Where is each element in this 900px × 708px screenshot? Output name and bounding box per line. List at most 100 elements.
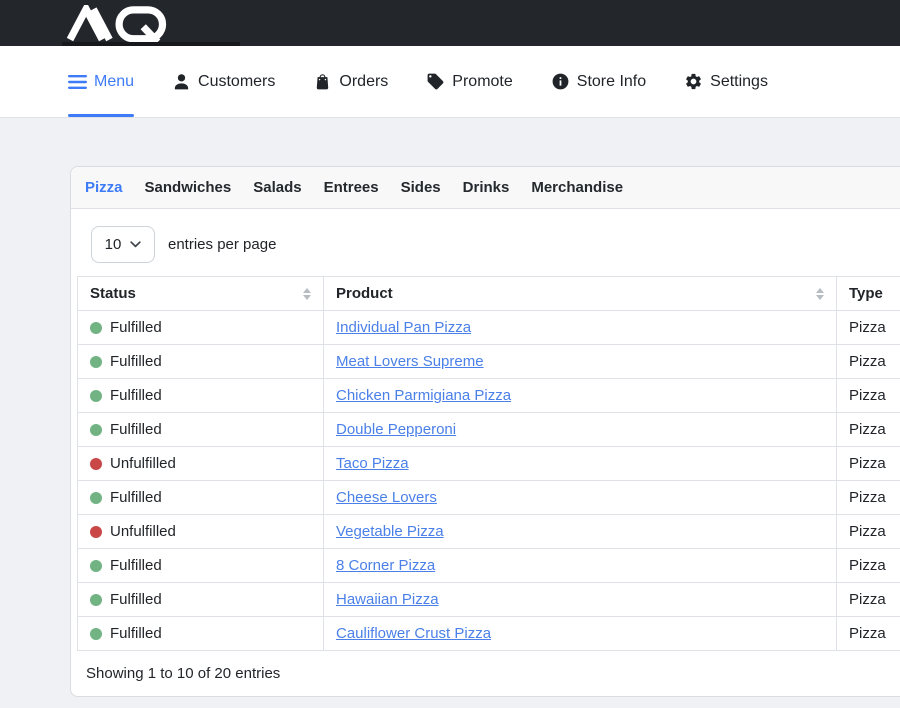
hamburger-icon (68, 74, 87, 90)
tab-entrees[interactable]: Entrees (324, 179, 379, 196)
main-navigation: Menu Customers Orders Promote Store Info… (0, 46, 900, 118)
column-header-product[interactable]: Product (324, 277, 837, 311)
entries-per-page-value: 10 (105, 236, 122, 253)
status-dot-icon (90, 458, 102, 470)
bag-icon (313, 72, 332, 91)
aiq-logo (66, 5, 171, 42)
table-row: Fulfilled Meat Lovers Supreme Pizza (78, 345, 900, 379)
column-header-status[interactable]: Status (78, 277, 324, 311)
status-label: Fulfilled (110, 319, 162, 336)
sort-icon (816, 288, 824, 300)
nav-item-settings[interactable]: Settings (684, 46, 768, 117)
tab-sandwiches[interactable]: Sandwiches (145, 179, 232, 196)
entries-per-page-select[interactable]: 10 (91, 226, 155, 263)
table-row: Fulfilled Hawaiian Pizza Pizza (78, 583, 900, 617)
nav-label-store-info: Store Info (577, 73, 646, 91)
status-dot-icon (90, 560, 102, 572)
table-header-row: Status Product Type (78, 277, 900, 311)
product-link[interactable]: 8 Corner Pizza (336, 557, 435, 574)
status-cell: Unfulfilled (78, 447, 324, 481)
status-cell: Fulfilled (78, 379, 324, 413)
page-content: Pizza Sandwiches Salads Entrees Sides Dr… (0, 118, 900, 697)
product-cell: Vegetable Pizza (324, 515, 837, 549)
tag-icon (426, 72, 445, 91)
column-header-type[interactable]: Type (837, 277, 900, 311)
nav-item-promote[interactable]: Promote (426, 46, 512, 117)
product-cell: Cheese Lovers (324, 481, 837, 515)
tab-salads[interactable]: Salads (253, 179, 301, 196)
product-link[interactable]: Hawaiian Pizza (336, 591, 439, 608)
table-summary: Showing 1 to 10 of 20 entries (86, 665, 900, 682)
product-cell: 8 Corner Pizza (324, 549, 837, 583)
status-label: Fulfilled (110, 387, 162, 404)
status-cell: Unfulfilled (78, 515, 324, 549)
status-label: Fulfilled (110, 625, 162, 642)
product-cell: Chicken Parmigiana Pizza (324, 379, 837, 413)
status-cell: Fulfilled (78, 583, 324, 617)
status-dot-icon (90, 390, 102, 402)
nav-item-customers[interactable]: Customers (172, 46, 275, 117)
entries-per-page-label: entries per page (168, 236, 276, 253)
status-cell: Fulfilled (78, 413, 324, 447)
product-link[interactable]: Double Pepperoni (336, 421, 456, 438)
product-link[interactable]: Cheese Lovers (336, 489, 437, 506)
status-dot-icon (90, 526, 102, 538)
type-cell: Pizza (837, 617, 900, 651)
chevron-down-icon (130, 241, 141, 248)
card-body: 10 entries per page Status (71, 209, 900, 696)
status-dot-icon (90, 424, 102, 436)
product-link[interactable]: Meat Lovers Supreme (336, 353, 484, 370)
person-icon (172, 72, 191, 91)
product-link[interactable]: Individual Pan Pizza (336, 319, 471, 336)
menu-items-table: Status Product Type (77, 276, 900, 651)
nav-label-customers: Customers (198, 73, 275, 91)
nav-item-store-info[interactable]: Store Info (551, 46, 646, 117)
table-row: Fulfilled Cheese Lovers Pizza (78, 481, 900, 515)
product-cell: Hawaiian Pizza (324, 583, 837, 617)
type-cell: Pizza (837, 379, 900, 413)
top-app-bar (0, 0, 900, 46)
menu-card: Pizza Sandwiches Salads Entrees Sides Dr… (70, 166, 900, 697)
type-cell: Pizza (837, 311, 900, 345)
type-cell: Pizza (837, 413, 900, 447)
nav-item-menu[interactable]: Menu (68, 46, 134, 117)
status-label: Unfulfilled (110, 455, 176, 472)
tab-drinks[interactable]: Drinks (463, 179, 510, 196)
table-body: Fulfilled Individual Pan Pizza Pizza (78, 311, 900, 651)
table-row: Fulfilled Double Pepperoni Pizza (78, 413, 900, 447)
type-cell: Pizza (837, 481, 900, 515)
info-icon (551, 72, 570, 91)
nav-label-orders: Orders (339, 73, 388, 91)
table-row: Fulfilled Cauliflower Crust Pizza Pizza (78, 617, 900, 651)
table-row: Fulfilled 8 Corner Pizza Pizza (78, 549, 900, 583)
type-cell: Pizza (837, 515, 900, 549)
product-cell: Meat Lovers Supreme (324, 345, 837, 379)
product-link[interactable]: Taco Pizza (336, 455, 409, 472)
nav-item-orders[interactable]: Orders (313, 46, 388, 117)
sort-icon (303, 288, 311, 300)
status-dot-icon (90, 322, 102, 334)
product-link[interactable]: Cauliflower Crust Pizza (336, 625, 491, 642)
type-cell: Pizza (837, 345, 900, 379)
type-cell: Pizza (837, 583, 900, 617)
tab-sides[interactable]: Sides (401, 179, 441, 196)
category-tabs: Pizza Sandwiches Salads Entrees Sides Dr… (71, 167, 900, 209)
product-cell: Taco Pizza (324, 447, 837, 481)
nav-label-menu: Menu (94, 73, 134, 91)
product-link[interactable]: Vegetable Pizza (336, 523, 444, 540)
status-cell: Fulfilled (78, 481, 324, 515)
entries-per-page-control: 10 entries per page (91, 226, 900, 263)
product-link[interactable]: Chicken Parmigiana Pizza (336, 387, 511, 404)
table-row: Fulfilled Individual Pan Pizza Pizza (78, 311, 900, 345)
table-row: Unfulfilled Vegetable Pizza Pizza (78, 515, 900, 549)
status-cell: Fulfilled (78, 345, 324, 379)
table-row: Unfulfilled Taco Pizza Pizza (78, 447, 900, 481)
status-cell: Fulfilled (78, 617, 324, 651)
product-cell: Double Pepperoni (324, 413, 837, 447)
status-cell: Fulfilled (78, 549, 324, 583)
status-dot-icon (90, 628, 102, 640)
status-label: Fulfilled (110, 421, 162, 438)
tab-merchandise[interactable]: Merchandise (531, 179, 623, 196)
tab-pizza[interactable]: Pizza (85, 179, 123, 196)
gear-icon (684, 72, 703, 91)
